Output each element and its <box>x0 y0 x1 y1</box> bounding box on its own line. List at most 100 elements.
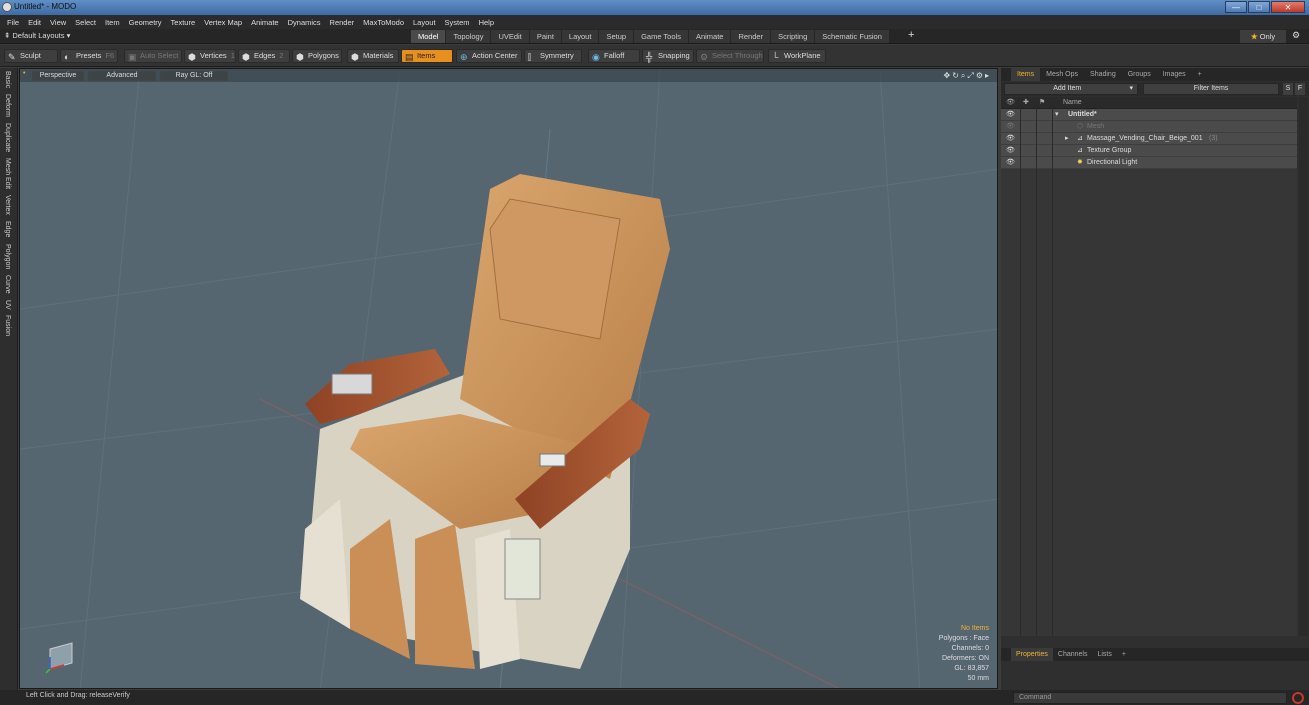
tab-layout[interactable]: Layout <box>561 30 599 43</box>
tab-items[interactable]: Items <box>1011 68 1041 81</box>
tab-animate[interactable]: Animate <box>688 30 731 43</box>
vertices-button[interactable]: ⬢ Vertices 1 <box>184 49 236 63</box>
gear-icon[interactable]: ⚙ <box>1292 30 1300 41</box>
tab-channels[interactable]: Channels <box>1053 648 1093 661</box>
brush-icon: ✎ <box>8 52 16 62</box>
left-tab-mesh-edit[interactable]: Mesh Edit <box>4 155 11 192</box>
tab-add[interactable]: + <box>1192 68 1208 81</box>
left-tab-basic[interactable]: Basic <box>4 68 11 91</box>
only-toggle[interactable]: ★ Only <box>1240 30 1286 43</box>
eye-icon[interactable]: 👁 <box>1006 145 1015 157</box>
tab-images[interactable]: Images <box>1157 68 1192 81</box>
left-tab-fusion[interactable]: Fusion <box>4 312 11 339</box>
viewport-nav-icons[interactable]: ✥↻⌕⤢⚙▸ <box>944 71 991 81</box>
auto-select-button[interactable]: ▣ Auto Select <box>124 49 182 63</box>
maximize-button[interactable]: □ <box>1248 1 1270 13</box>
tab-shading[interactable]: Shading <box>1084 68 1122 81</box>
menu-system[interactable]: System <box>445 18 470 27</box>
s-button[interactable]: S <box>1283 83 1293 95</box>
left-tab-deform[interactable]: Deform <box>4 91 11 120</box>
massage-chair-model[interactable] <box>300 174 670 669</box>
menu-animate[interactable]: Animate <box>251 18 279 27</box>
expand-arrow-icon[interactable]: ▾ <box>1055 109 1059 121</box>
tab-scripting[interactable]: Scripting <box>771 30 815 43</box>
menu-help[interactable]: Help <box>479 18 494 27</box>
materials-button[interactable]: ⬢ Materials <box>347 49 399 63</box>
tab-uvedit[interactable]: UVEdit <box>491 30 529 43</box>
item-list-scrollbar[interactable] <box>1299 97 1308 636</box>
left-tool-tabs: Basic Deform Duplicate Mesh Edit Vertex … <box>0 68 18 690</box>
tab-model[interactable]: Model <box>411 30 446 43</box>
left-tab-vertex[interactable]: Vertex <box>4 192 11 218</box>
3d-viewport[interactable]: • Perspective Advanced Ray GL: Off ✥↻⌕⤢⚙… <box>19 68 998 689</box>
rotate-icon[interactable]: ↻ <box>952 71 961 80</box>
left-tab-curve[interactable]: Curve <box>4 272 11 297</box>
chair-count: (3) <box>1209 135 1218 142</box>
tab-mesh-ops[interactable]: Mesh Ops <box>1040 68 1084 81</box>
left-tab-edge[interactable]: Edge <box>4 218 11 240</box>
menu-render[interactable]: Render <box>330 18 355 27</box>
polygons-button[interactable]: ⬢ Polygons <box>292 49 342 63</box>
menu-dynamics[interactable]: Dynamics <box>288 18 321 27</box>
expand-arrow-icon[interactable]: ▸ <box>1065 133 1069 145</box>
menu-maxtomodo[interactable]: MaxToModo <box>363 18 404 27</box>
tab-groups[interactable]: Groups <box>1122 68 1157 81</box>
shading-dropdown[interactable]: Advanced <box>88 71 156 81</box>
add-item-dropdown[interactable]: Add Item ▾ <box>1004 83 1138 95</box>
workplane-button[interactable]: └ WorkPlane <box>768 49 826 63</box>
items-button[interactable]: ▤ Items <box>401 49 453 63</box>
fit-icon[interactable]: ⤢ <box>967 71 975 80</box>
add-tab-icon[interactable]: + <box>908 29 914 41</box>
left-tab-uv[interactable]: UV <box>4 297 11 313</box>
tab-topology[interactable]: Topology <box>446 30 491 43</box>
menu-geometry[interactable]: Geometry <box>129 18 162 27</box>
left-tab-duplicate[interactable]: Duplicate <box>4 120 11 155</box>
select-through-button[interactable]: ⚙ Select Through <box>696 49 764 63</box>
menu-view[interactable]: View <box>50 18 66 27</box>
list-item-directional-light[interactable]: 👁 ✸ Directional Light <box>1001 157 1297 169</box>
eye-icon[interactable]: 👁 <box>1006 109 1015 121</box>
default-layouts-dropdown[interactable]: ⇞ Default Layouts ▾ <box>4 31 70 40</box>
tab-setup[interactable]: Setup <box>599 30 634 43</box>
pan-icon[interactable]: ✥ <box>944 71 953 80</box>
tab-properties[interactable]: Properties <box>1011 648 1053 661</box>
eye-icon[interactable]: 👁 <box>1006 133 1015 145</box>
eye-icon[interactable]: 👁 <box>1006 121 1015 133</box>
action-center-button[interactable]: ⊕ Action Center <box>456 49 522 63</box>
raygl-dropdown[interactable]: Ray GL: Off <box>160 71 228 81</box>
menu-texture[interactable]: Texture <box>171 18 196 27</box>
edges-button[interactable]: ⬢ Edges 2 <box>238 49 290 63</box>
tab-lists[interactable]: Lists <box>1092 648 1116 661</box>
minimize-button[interactable]: — <box>1225 1 1247 13</box>
snapping-button[interactable]: ╬ Snapping <box>642 49 694 63</box>
tab-add-properties[interactable]: + <box>1117 648 1131 661</box>
menu-file[interactable]: File <box>7 18 19 27</box>
sculpt-button[interactable]: ✎ Sculpt <box>4 49 58 63</box>
list-item-untitled[interactable]: 👁 ▾ Untitled* <box>1001 109 1297 121</box>
menu-layout[interactable]: Layout <box>413 18 436 27</box>
close-button[interactable]: ✕ <box>1271 1 1305 13</box>
menu-edit[interactable]: Edit <box>28 18 41 27</box>
tab-schematic-fusion[interactable]: Schematic Fusion <box>815 30 889 43</box>
tab-render[interactable]: Render <box>731 30 771 43</box>
list-item-chair[interactable]: 👁 ▸ ⊿ Massage_Vending_Chair_Beige_001 (3) <box>1001 133 1297 145</box>
view-perspective-dropdown[interactable]: Perspective <box>32 71 84 81</box>
left-tab-polygon[interactable]: Polygon <box>4 241 11 272</box>
menu-item[interactable]: Item <box>105 18 120 27</box>
filter-items-input[interactable]: Filter Items <box>1143 83 1279 95</box>
menu-vertex-map[interactable]: Vertex Map <box>204 18 242 27</box>
symmetry-button[interactable]: ⫿ Symmetry <box>524 49 582 63</box>
list-item-texture-group[interactable]: 👁 ⊿ Texture Group <box>1001 145 1297 157</box>
record-icon[interactable] <box>1292 692 1304 704</box>
menu-select[interactable]: Select <box>75 18 96 27</box>
eye-icon[interactable]: 👁 <box>1006 157 1015 169</box>
f-button[interactable]: F <box>1295 83 1305 95</box>
tab-paint[interactable]: Paint <box>529 30 561 43</box>
viewport-gear-icon[interactable]: ⚙ <box>976 71 985 80</box>
command-input[interactable]: Command <box>1013 692 1287 704</box>
viewport-arrow-icon[interactable]: ▸ <box>985 71 991 80</box>
tab-game-tools[interactable]: Game Tools <box>634 30 688 43</box>
falloff-button[interactable]: ◉ Falloff <box>588 49 640 63</box>
presets-button[interactable]: ◐ Presets F6 <box>60 49 118 63</box>
list-item-mesh[interactable]: 👁 ⬡ Mesh <box>1001 121 1297 133</box>
